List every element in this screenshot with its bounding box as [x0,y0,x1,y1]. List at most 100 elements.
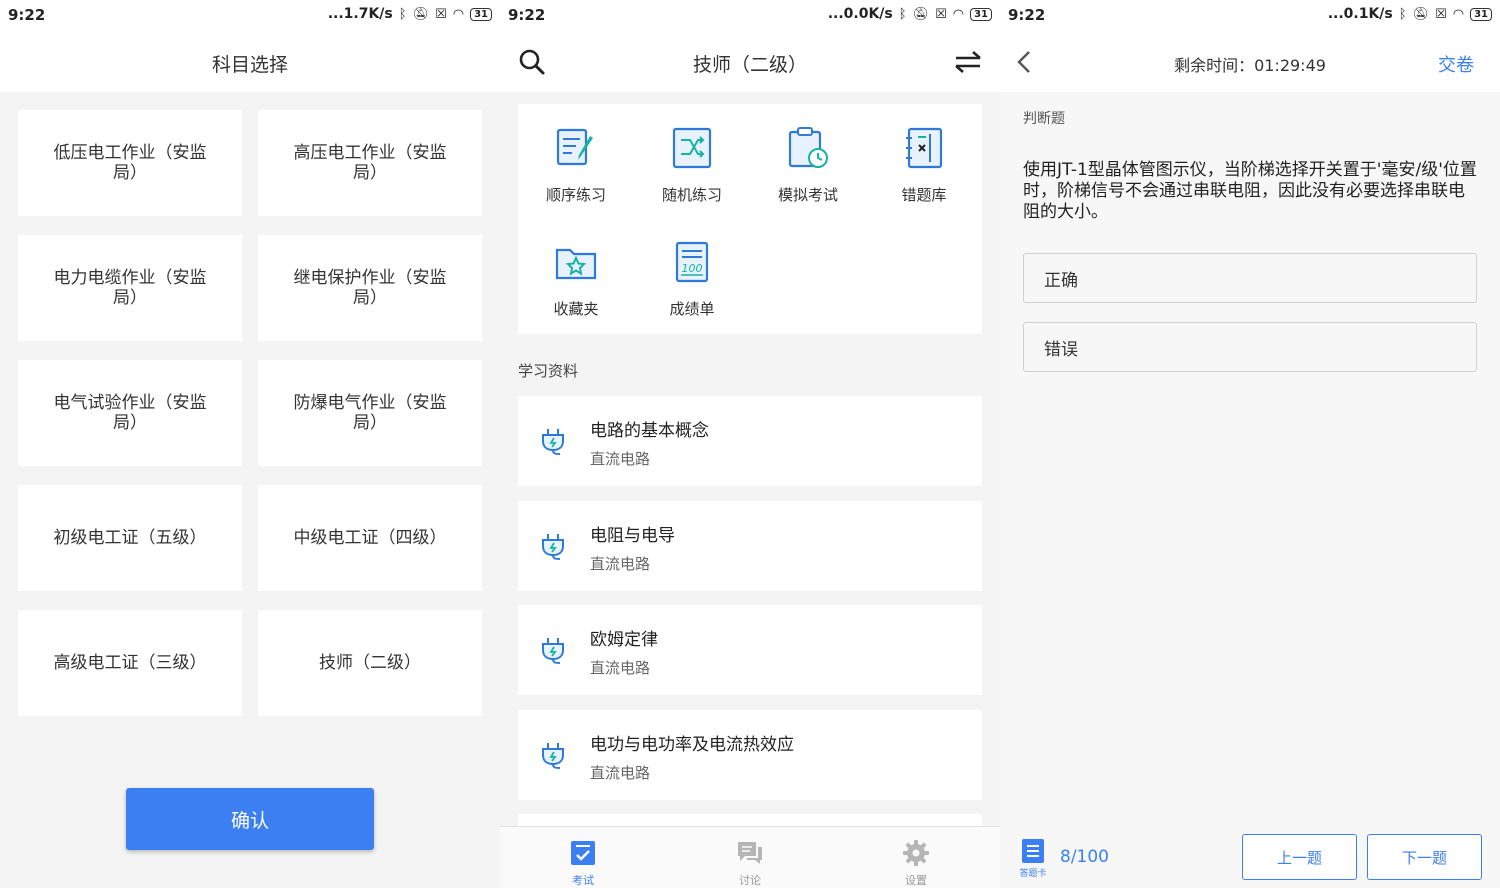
page-title: 技师（二级） [692,54,807,76]
sim-icon: ☒ [935,6,947,22]
score-sheet-icon: 100 [675,241,709,283]
option-true[interactable]: 正确 [1023,253,1477,303]
subject-card[interactable]: 技师（二级） [258,610,482,716]
next-question-button[interactable]: 下一题 [1367,834,1482,880]
material-item[interactable]: 电功与电功率及电流热效应 直流电路 [518,710,982,800]
material-subtitle: 直流电路 [590,450,651,468]
battery-icon: 31 [1470,7,1492,21]
confirm-button[interactable]: 确认 [126,788,374,850]
question-type: 判断题 [1023,111,1065,127]
status-bar: 9:22 ...1.7K/s ᛒ 🔕︎ ☒ ◠ 31 [0,0,500,32]
tool-label: 成绩单 [669,300,715,318]
material-item[interactable]: 欧姆定律 直流电路 [518,605,982,695]
chat-tab-icon [738,842,762,864]
subject-card[interactable]: 电气试验作业（安监局） [18,360,242,466]
tab-exam[interactable]: 考试 [553,839,613,888]
option-false[interactable]: 错误 [1023,322,1477,372]
status-bar: 9:22 ...0.0K/s ᛒ 🔕︎ ☒ ◠ 31 [500,0,1000,32]
wifi-icon: ◠ [1452,6,1465,22]
tool-label: 错题库 [901,186,947,204]
tool-label: 收藏夹 [553,300,599,318]
material-title: 电路的基本概念 [590,421,709,441]
subject-card[interactable]: 电力电缆作业（安监局） [18,235,242,341]
top-bar: 技师（二级） [500,32,1000,92]
question-text: 使用JT-1型晶体管图示仪，当阶梯选择开关置于'毫安/级'位置时，阶梯信号不会通… [1023,160,1477,222]
material-item[interactable] [518,814,982,826]
tool-random-practice[interactable]: 随机练习 [634,126,750,205]
battery-icon: 31 [470,7,492,21]
tool-sequential-practice[interactable]: 顺序练习 [518,126,634,205]
exam-tab-icon [571,841,595,865]
material-item[interactable]: 电路的基本概念 直流电路 [518,396,982,486]
shuffle-icon [672,127,712,169]
tab-label: 设置 [905,874,927,887]
material-subtitle: 直流电路 [590,659,651,677]
top-bar: 剩余时间：01:29:49 交卷 [1000,32,1500,92]
tab-label: 讨论 [739,874,761,887]
material-title: 电阻与电导 [590,526,675,546]
material-subtitle: 直流电路 [590,555,651,573]
subject-card[interactable]: 高压电工作业（安监局） [258,110,482,216]
sim-icon: ☒ [435,6,447,22]
tool-grid: 顺序练习 随机练习 模拟考试 错题库 收藏夹 100 成绩单 [518,104,982,334]
network-speed: ...0.1K/s [1327,6,1393,22]
tab-settings[interactable]: 设置 [886,839,946,888]
switch-subject-icon[interactable] [953,50,983,74]
subject-card[interactable]: 防爆电气作业（安监局） [258,360,482,466]
subject-card[interactable]: 中级电工证（四级） [258,485,482,591]
tool-label: 模拟考试 [777,186,838,204]
tool-mock-exam[interactable]: 模拟考试 [750,126,866,205]
status-time: 9:22 [1008,6,1046,24]
status-time: 9:22 [8,6,46,24]
material-item[interactable]: 电阻与电导 直流电路 [518,501,982,591]
tool-favorites[interactable]: 收藏夹 [518,240,634,319]
tool-score-sheet[interactable]: 100 成绩单 [634,240,750,319]
tab-label: 考试 [572,874,594,887]
mute-icon: 🔕︎ [412,6,430,22]
tool-label: 随机练习 [661,186,722,204]
top-bar: 科目选择 [0,32,500,92]
wrong-book-icon [906,127,943,169]
battery-icon: 31 [970,7,992,21]
bottom-tab-bar: 考试 讨论 设置 [500,826,1000,888]
tool-wrong-questions[interactable]: 错题库 [866,126,982,205]
wifi-icon: ◠ [452,6,465,22]
question-progress: 8/100 [1060,847,1109,867]
quiz-footer: 答题卡 8/100 上一题 下一题 [1000,820,1500,888]
plug-icon [542,534,564,560]
answer-card-label: 答题卡 [1019,869,1047,879]
home-screen: 9:22 ...0.0K/s ᛒ 🔕︎ ☒ ◠ 31 技师（二级） 顺序练习 随… [500,0,1000,888]
subject-card[interactable]: 继电保护作业（安监局） [258,235,482,341]
subject-card[interactable]: 高级电工证（三级） [18,610,242,716]
network-speed: ...0.0K/s [827,6,893,22]
timer: 剩余时间：01:29:49 [1174,56,1326,75]
mute-icon: 🔕︎ [912,6,930,22]
page-title: 科目选择 [211,54,288,76]
status-bar: 9:22 ...0.1K/s ᛒ 🔕︎ ☒ ◠ 31 [1000,0,1500,32]
bluetooth-icon: ᛒ [398,6,407,22]
answer-card-button[interactable]: 答题卡 [1016,838,1050,879]
clipboard-clock-icon [788,127,828,168]
wifi-icon: ◠ [952,6,965,22]
subject-card[interactable]: 低压电工作业（安监局） [18,110,242,216]
subject-card[interactable]: 初级电工证（五级） [18,485,242,591]
material-title: 欧姆定律 [590,630,658,650]
star-folder-icon [555,248,597,280]
subject-select-screen: 9:22 ...1.7K/s ᛒ 🔕︎ ☒ ◠ 31 科目选择 低压电工作业（安… [0,0,500,888]
status-time: 9:22 [508,6,546,24]
bluetooth-icon: ᛒ [898,6,907,22]
prev-question-button[interactable]: 上一题 [1242,834,1357,880]
network-speed: ...1.7K/s [327,6,393,22]
material-title: 电功与电功率及电流热效应 [590,735,794,755]
sim-icon: ☒ [1435,6,1447,22]
tab-discussion[interactable]: 讨论 [720,839,780,888]
pencil-doc-icon [556,128,593,166]
tool-label: 顺序练习 [545,186,606,204]
material-subtitle: 直流电路 [590,764,651,782]
bluetooth-icon: ᛒ [1398,6,1407,22]
mute-icon: 🔕︎ [1412,6,1430,22]
gear-icon [903,840,929,866]
submit-button[interactable]: 交卷 [1438,51,1474,77]
answer-card-icon [1022,839,1044,863]
quiz-screen: 9:22 ...0.1K/s ᛒ 🔕︎ ☒ ◠ 31 剩余时间：01:29:49… [1000,0,1500,888]
